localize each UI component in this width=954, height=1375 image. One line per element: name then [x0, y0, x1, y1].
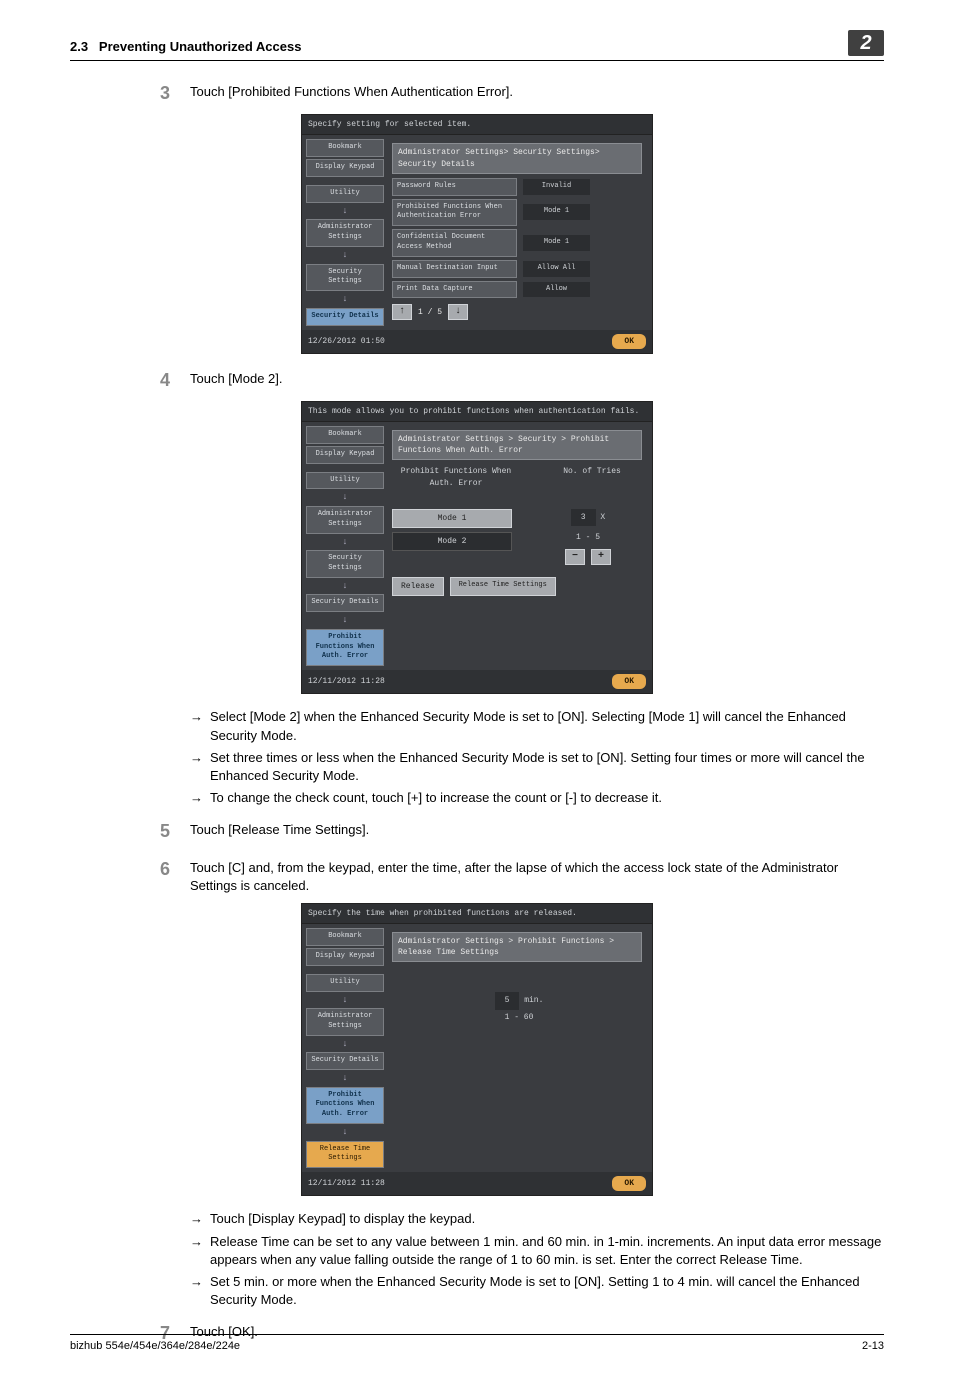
decrement-button[interactable]: − — [565, 549, 585, 565]
setting-value: Invalid — [523, 179, 590, 195]
mode2-button[interactable]: Mode 2 — [392, 532, 512, 551]
timestamp: 12/26/2012 01:50 — [308, 336, 385, 347]
step-text: Touch [Release Time Settings]. — [190, 819, 884, 844]
setting-button[interactable]: Manual Destination Input — [392, 260, 517, 278]
arrow-down-icon: ↓ — [306, 580, 384, 593]
setting-value: Mode 1 — [523, 204, 590, 220]
sidebar-item[interactable]: Security Details — [306, 594, 384, 612]
arrow-down-icon: ↓ — [306, 249, 384, 262]
sidebar-item[interactable]: Display Keypad — [306, 159, 384, 177]
release-time-unit: min. — [524, 996, 543, 1005]
bullet-text: Set 5 min. or more when the Enhanced Sec… — [210, 1273, 884, 1309]
sidebar-item[interactable]: Utility — [306, 974, 384, 992]
arrow-right-icon: → — [190, 1233, 210, 1269]
sidebar-item[interactable]: Security Details — [306, 1052, 384, 1070]
sidebar-item[interactable]: Bookmark — [306, 928, 384, 946]
setting-button[interactable]: Password Rules — [392, 178, 517, 196]
sidebar-item[interactable]: Bookmark — [306, 426, 384, 444]
column-header: No. of Tries — [538, 464, 646, 490]
arrow-down-icon: ↓ — [306, 1038, 384, 1051]
screenshot-title: Specify the time when prohibited functio… — [302, 904, 652, 924]
timestamp: 12/11/2012 11:28 — [308, 676, 385, 687]
section-number: 2.3 — [70, 39, 88, 54]
sidebar-item[interactable]: Utility — [306, 185, 384, 203]
screenshot-title: This mode allows you to prohibit functio… — [302, 402, 652, 422]
setting-button[interactable]: Print Data Capture — [392, 281, 517, 299]
sidebar-item[interactable]: Utility — [306, 472, 384, 490]
arrow-down-icon: ↓ — [306, 205, 384, 218]
timestamp: 12/11/2012 11:28 — [308, 1178, 385, 1189]
tries-range: 1 - 5 — [572, 530, 604, 545]
ok-button[interactable]: OK — [612, 674, 646, 689]
footer-page: 2-13 — [862, 1339, 884, 1354]
increment-button[interactable]: + — [591, 549, 611, 565]
step-number: 5 — [160, 819, 190, 844]
bullet-text: To change the check count, touch [+] to … — [210, 789, 884, 807]
arrow-down-icon: ↓ — [306, 1126, 384, 1139]
bullet-text: Release Time can be set to any value bet… — [210, 1233, 884, 1269]
sidebar-item[interactable]: Display Keypad — [306, 948, 384, 966]
arrow-down-icon: ↓ — [306, 1072, 384, 1085]
sidebar-item-active[interactable]: Prohibit Functions When Auth. Error — [306, 629, 384, 666]
step-text: Touch [Prohibited Functions When Authent… — [190, 81, 884, 106]
setting-value: Mode 1 — [523, 235, 590, 251]
page-up-button[interactable]: ↑ — [392, 304, 412, 320]
sidebar-item[interactable]: Administrator Settings — [306, 1008, 384, 1036]
arrow-down-icon: ↓ — [306, 293, 384, 306]
bullet-text: Touch [Display Keypad] to display the ke… — [210, 1210, 884, 1228]
arrow-down-icon: ↓ — [306, 491, 384, 504]
setting-button[interactable]: Prohibited Functions When Authentication… — [392, 199, 517, 227]
step-number: 4 — [160, 368, 190, 393]
ok-button[interactable]: OK — [612, 1176, 646, 1191]
setting-value: Allow All — [523, 261, 590, 277]
sidebar-item-active[interactable]: Release Time Settings — [306, 1141, 384, 1169]
step-text: Touch [Mode 2]. — [190, 368, 884, 393]
sidebar-item[interactable]: Display Keypad — [306, 446, 384, 464]
release-time-range: 1 - 60 — [392, 1010, 646, 1025]
breadcrumb: Administrator Settings > Prohibit Functi… — [392, 932, 642, 962]
column-header: Prohibit Functions When Auth. Error — [392, 464, 520, 490]
screenshot-release-time: Specify the time when prohibited functio… — [301, 903, 653, 1197]
arrow-right-icon: → — [190, 749, 210, 785]
bullet-text: Select [Mode 2] when the Enhanced Securi… — [210, 708, 884, 744]
sidebar-item[interactable]: Security Settings — [306, 550, 384, 578]
page-down-button[interactable]: ↓ — [448, 304, 468, 320]
sidebar-item[interactable]: Administrator Settings — [306, 219, 384, 247]
section-title: Preventing Unauthorized Access — [99, 39, 302, 54]
footer-model: bizhub 554e/454e/364e/284e/224e — [70, 1339, 240, 1354]
mode1-button[interactable]: Mode 1 — [392, 509, 512, 528]
arrow-right-icon: → — [190, 1273, 210, 1309]
chapter-badge: 2 — [848, 30, 884, 56]
setting-value: Allow — [523, 282, 590, 298]
sidebar-item[interactable]: Prohibit Functions When Auth. Error — [306, 1087, 384, 1124]
arrow-right-icon: → — [190, 789, 210, 807]
release-time-value: 5 — [495, 992, 520, 1009]
ok-button[interactable]: OK — [612, 334, 646, 349]
step-number: 6 — [160, 857, 190, 895]
screenshot-prohibit-functions: This mode allows you to prohibit functio… — [301, 401, 653, 695]
tries-unit: X — [600, 513, 605, 522]
sidebar-item-active[interactable]: Security Details — [306, 308, 384, 326]
breadcrumb: Administrator Settings > Security > Proh… — [392, 430, 642, 460]
breadcrumb: Administrator Settings> Security Setting… — [392, 143, 642, 173]
arrow-down-icon: ↓ — [306, 536, 384, 549]
sidebar-item[interactable]: Security Settings — [306, 264, 384, 292]
arrow-right-icon: → — [190, 708, 210, 744]
tries-value: 3 — [571, 509, 596, 526]
step-text: Touch [C] and, from the keypad, enter th… — [190, 857, 884, 895]
setting-button[interactable]: Confidential Document Access Method — [392, 229, 517, 257]
screenshot-title: Specify setting for selected item. — [302, 115, 652, 135]
pager-text: 1 / 5 — [416, 307, 444, 318]
bullet-text: Set three times or less when the Enhance… — [210, 749, 884, 785]
screenshot-security-details: Specify setting for selected item. Bookm… — [301, 114, 653, 354]
arrow-down-icon: ↓ — [306, 994, 384, 1007]
release-time-settings-button[interactable]: Release Time Settings — [450, 577, 556, 596]
sidebar-item[interactable]: Administrator Settings — [306, 506, 384, 534]
arrow-down-icon: ↓ — [306, 614, 384, 627]
step-number: 3 — [160, 81, 190, 106]
arrow-right-icon: → — [190, 1210, 210, 1228]
sidebar-item[interactable]: Bookmark — [306, 139, 384, 157]
release-button[interactable]: Release — [392, 577, 444, 596]
